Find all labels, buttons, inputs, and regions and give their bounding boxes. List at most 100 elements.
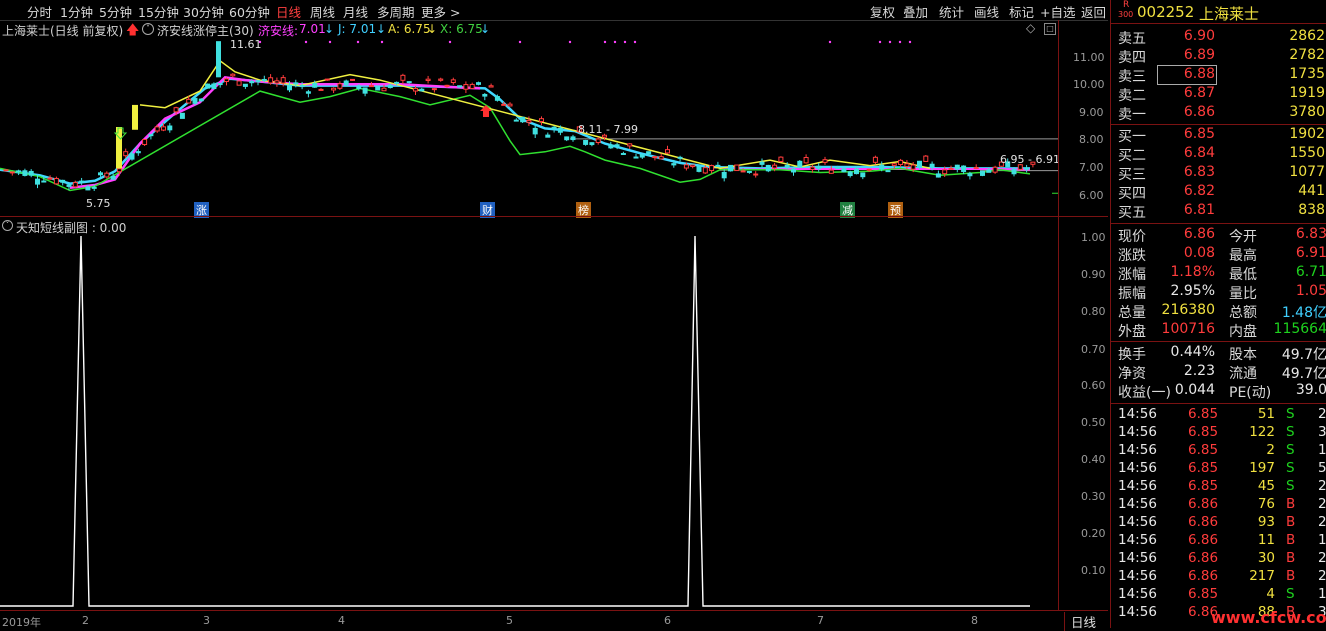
signal-dot [623,40,627,44]
candle-body [835,166,841,169]
bid-row[interactable]: 买二 6.84 1550 [1111,145,1326,164]
period-tab-multi[interactable]: 多周期 [377,2,415,21]
candle-body [438,78,444,81]
overlay-button[interactable]: 叠加 [903,2,928,21]
jian-line-value: 7.01 [299,22,326,36]
candle-body [129,153,135,160]
candle-body [205,83,211,89]
tick-count: 2 [1318,496,1326,512]
order-level-label: 买二 [1118,148,1146,164]
candle-body [192,97,198,104]
draw-line-button[interactable]: 画线 [974,2,999,21]
ask-row[interactable]: 卖一 6.86 3780 [1111,104,1326,123]
period-tab-fenshi[interactable]: 分时 [27,2,52,21]
stats-button[interactable]: 统计 [939,2,964,21]
candle-body [872,156,878,163]
candle-body [91,186,97,189]
signal-dot [878,40,882,44]
candle-body [715,164,721,167]
tick-count: 1 [1318,532,1326,548]
mark-button[interactable]: 标记 [1009,2,1034,21]
period-tab-15min[interactable]: 15分钟 [138,2,179,21]
stat-value: 6.71 [1295,264,1326,280]
candle-body [677,156,683,159]
candle-body [331,87,337,91]
period-tab-monthly[interactable]: 月线 [343,2,368,21]
tick-price: 6.85 [1188,406,1219,422]
panel-divider [1111,403,1326,404]
bid-row[interactable]: 买三 6.83 1077 [1111,164,1326,183]
stat-value: 100716 [1161,321,1215,337]
signal-line [0,235,1030,607]
candle-body [891,163,897,166]
order-volume: 1550 [1289,145,1325,161]
ask-row[interactable]: 卖三 6.88 1735 [1111,66,1326,85]
end-price-label: 6.95 - 6.91 [1000,153,1060,166]
candle-body [551,126,557,130]
back-button[interactable]: 返回 [1081,2,1106,21]
ask-row[interactable]: 卖五 6.90 2862 [1111,28,1326,47]
tick-volume: 4 [1266,586,1275,602]
candle-body [123,151,129,157]
tick-price: 6.86 [1188,514,1219,530]
sub-indicator-chart[interactable] [0,230,1058,610]
stat-value: 6.83 [1295,226,1326,242]
tick-count: 2 [1318,478,1326,494]
bid-row[interactable]: 买四 6.82 441 [1111,183,1326,202]
tick-price: 6.85 [1188,586,1219,602]
candle-body [299,85,305,88]
period-tab-5min[interactable]: 5分钟 [99,2,132,21]
formula-name[interactable]: 济安线涨停主(30) [157,22,254,39]
candle-body [746,170,752,173]
fuquan-button[interactable]: 复权 [870,2,895,21]
period-tab-30min[interactable]: 30分钟 [183,2,224,21]
candle-body [318,88,324,91]
add-watchlist-button[interactable]: +自选 [1040,2,1075,21]
bid-row[interactable]: 买一 6.85 1902 [1111,126,1326,145]
period-tab-bottom[interactable]: 日线 [1064,612,1096,631]
stock-code: 002252 [1137,3,1195,21]
stat-row: 收益(一) 0.044 PE(动) 39.0 [1111,382,1326,401]
candle-body [784,164,790,169]
range-price-label: 8.11 - 7.99 [578,123,638,136]
period-tab-daily[interactable]: 日线 [276,2,301,21]
period-tab-weekly[interactable]: 周线 [310,2,335,21]
candle-body [1024,167,1030,170]
candle-body [274,80,280,84]
stat-label: 外盘 [1118,324,1146,340]
window-toggle-icon[interactable]: □ [1044,23,1056,35]
candle-body [709,165,715,172]
tick-volume: 2 [1266,442,1275,458]
period-tab-more[interactable]: 更多 > [421,2,460,21]
period-tab-1min[interactable]: 1分钟 [60,2,93,21]
bid-row[interactable]: 买五 6.81 838 [1111,202,1326,221]
ask-row[interactable]: 卖四 6.89 2782 [1111,47,1326,66]
order-volume: 3780 [1289,104,1325,120]
candle-body [3,169,9,172]
tick-volume: 11 [1257,532,1275,548]
candle-body [822,159,828,163]
x-tick: 2 [82,614,89,627]
stat-value: 39.0 [1295,382,1326,398]
candle-body [104,172,110,178]
diamond-icon[interactable]: ◇ [1026,21,1035,35]
tick-time: 14:56 [1118,406,1157,422]
candle-body [816,165,822,170]
trade-tick-row: 14:56 6.86 76 B 2 [1111,496,1326,514]
candle-body [942,169,948,175]
candle-body [633,156,639,159]
stat-label: 现价 [1118,229,1146,245]
ask-row[interactable]: 卖二 6.87 1919 [1111,85,1326,104]
tick-count: 5 [1318,460,1326,476]
chevron-down-icon[interactable]: ˅ [142,23,154,35]
period-tab-60min[interactable]: 60分钟 [229,2,270,21]
main-y-axis: 11.00 10.00 9.00 8.00 7.00 6.00 [1058,20,1109,216]
order-level-label: 买四 [1118,186,1146,202]
candle-body [501,103,507,106]
chart-divider [0,216,1108,217]
candle-body [110,175,116,180]
order-level-label: 卖五 [1118,31,1146,47]
x-tick: 6 [664,614,671,627]
main-candle-chart[interactable] [0,38,1058,216]
tick-count: 1 [1318,586,1326,602]
